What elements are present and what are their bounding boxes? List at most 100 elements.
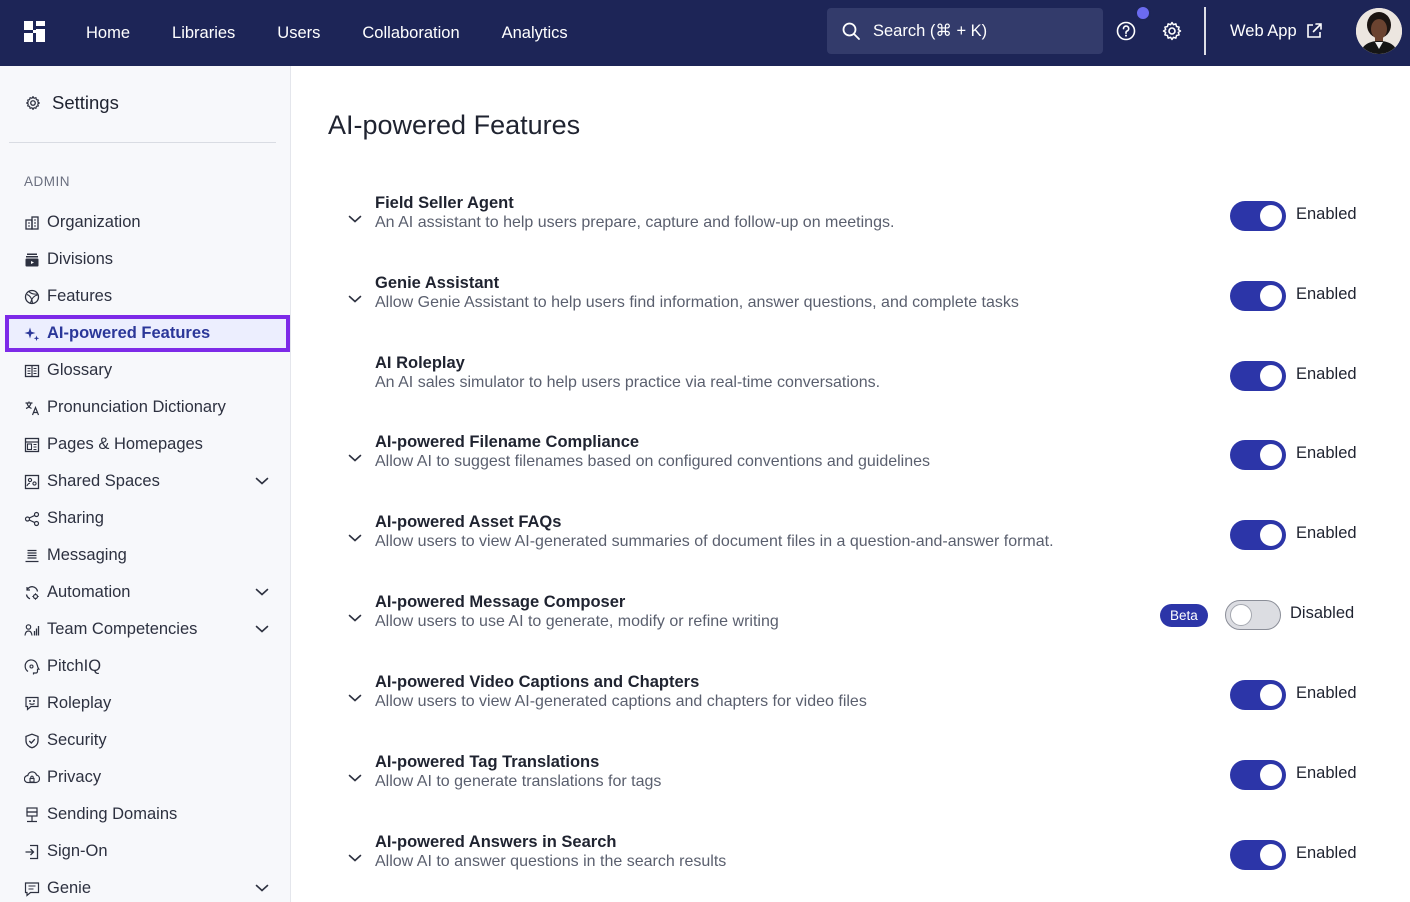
feature-status: Disabled: [1290, 604, 1355, 622]
gear-icon[interactable]: [1160, 19, 1184, 43]
chevron-down-icon[interactable]: [255, 883, 269, 893]
toggle-knob: [1260, 205, 1282, 227]
toggle-knob: [1260, 844, 1282, 866]
sidebar-item-label: Roleplay: [47, 694, 112, 712]
feature-status: Enabled: [1296, 444, 1357, 462]
sidebar-item-label: Divisions: [47, 250, 114, 268]
toggle-knob: [1260, 764, 1282, 786]
nav-collaboration[interactable]: Collaboration: [362, 24, 459, 43]
help-icon[interactable]: [1114, 19, 1138, 43]
sidebar-item-team-competencies[interactable]: Team Competencies: [0, 611, 290, 648]
feature-toggle[interactable]: [1230, 680, 1286, 710]
feature-description: An AI sales simulator to help users prac…: [375, 374, 881, 391]
sidebar-item-label: Organization: [47, 213, 141, 231]
avatar[interactable]: [1356, 8, 1402, 54]
feature-title: AI Roleplay: [375, 354, 465, 372]
sidebar-item-label: Security: [47, 731, 107, 749]
sidebar-item-roleplay[interactable]: Roleplay: [0, 685, 290, 722]
sidebar-item-label: Sharing: [47, 509, 104, 527]
sidebar-item-organization[interactable]: Organization: [0, 204, 290, 241]
feature-row-ai-roleplay: AI Roleplay An AI sales simulator to hel…: [292, 354, 1410, 414]
feature-toggle[interactable]: [1230, 201, 1286, 231]
chevron-down-icon[interactable]: [255, 624, 269, 634]
divisions-icon: [25, 253, 39, 266]
nav-users[interactable]: Users: [277, 24, 320, 43]
feature-toggle[interactable]: [1225, 600, 1281, 630]
logo-icon[interactable]: [24, 21, 45, 42]
sidebar-item-pages-homepages[interactable]: Pages & Homepages: [0, 426, 290, 463]
sidebar-item-privacy[interactable]: Privacy: [0, 759, 290, 796]
sidebar-item-divisions[interactable]: Divisions: [0, 241, 290, 278]
roleplay-icon: [25, 696, 39, 711]
sidebar-item-messaging[interactable]: Messaging: [0, 537, 290, 574]
chevron-down-icon[interactable]: [348, 853, 362, 863]
chevron-down-icon[interactable]: [348, 613, 362, 623]
sidebar-item-pitchiq[interactable]: PitchIQ: [0, 648, 290, 685]
feature-row-asset-faqs: AI-powered Asset FAQs Allow users to vie…: [292, 513, 1410, 573]
feature-row-video-captions: AI-powered Video Captions and Chapters A…: [292, 673, 1410, 733]
feature-status: Enabled: [1296, 684, 1357, 702]
sidebar-item-label: Team Competencies: [47, 620, 198, 638]
sidebar-item-sign-on[interactable]: Sign-On: [0, 833, 290, 870]
feature-toggle[interactable]: [1230, 281, 1286, 311]
nav-libraries[interactable]: Libraries: [172, 24, 235, 43]
notification-dot: [1135, 5, 1151, 21]
sidebar-item-sending-domains[interactable]: Sending Domains: [0, 796, 290, 833]
sign-on-icon: [25, 844, 39, 859]
toggle-knob: [1260, 444, 1282, 466]
feature-toggle[interactable]: [1230, 520, 1286, 550]
feature-row-field-seller-agent: Field Seller Agent An AI assistant to he…: [292, 194, 1410, 254]
pitchiq-icon: [24, 658, 40, 674]
feature-toggle[interactable]: [1230, 440, 1286, 470]
feature-title: AI-powered Message Composer: [375, 593, 626, 611]
chevron-down-icon[interactable]: [348, 294, 362, 304]
settings-title-text: Settings: [52, 92, 119, 113]
sidebar-item-sharing[interactable]: Sharing: [0, 500, 290, 537]
sidebar-item-label: Glossary: [47, 361, 113, 379]
settings-title: Settings: [24, 92, 119, 114]
sidebar-item-label: Messaging: [47, 546, 127, 564]
toggle-knob: [1260, 365, 1282, 387]
sidebar-item-label: PitchIQ: [47, 657, 102, 675]
feature-description: Allow users to use AI to generate, modif…: [375, 613, 779, 630]
feature-status: Enabled: [1296, 205, 1357, 223]
sidebar-item-label: AI-powered Features: [47, 324, 211, 342]
automation-icon: [25, 585, 39, 600]
chevron-down-icon[interactable]: [255, 587, 269, 597]
sidebar-item-label: Automation: [47, 583, 131, 601]
sidebar-item-glossary[interactable]: Glossary: [0, 352, 290, 389]
chevron-down-icon[interactable]: [348, 453, 362, 463]
sidebar-item-label: Pronunciation Dictionary: [47, 398, 226, 416]
feature-description: Allow users to view AI-generated caption…: [375, 693, 867, 710]
sidebar-item-label: Genie: [47, 879, 92, 897]
sidebar-item-ai-powered-features[interactable]: AI-powered Features: [5, 315, 290, 352]
sidebar-item-automation[interactable]: Automation: [0, 574, 290, 611]
toggle-knob: [1260, 684, 1282, 706]
sidebar-item-shared-spaces[interactable]: Shared Spaces: [0, 463, 290, 500]
sidebar-item-genie[interactable]: Genie: [0, 870, 290, 902]
feature-description: An AI assistant to help users prepare, c…: [375, 214, 895, 231]
search-input[interactable]: [873, 21, 1093, 41]
top-nav-bar: Home Libraries Users Collaboration Analy…: [0, 0, 1410, 66]
feature-row-filename-compliance: AI-powered Filename Compliance Allow AI …: [292, 433, 1410, 493]
web-app-link[interactable]: Web App: [1230, 0, 1323, 62]
feature-status: Enabled: [1296, 764, 1357, 782]
shared-spaces-icon: [24, 474, 40, 489]
chevron-down-icon[interactable]: [255, 476, 269, 486]
nav-home[interactable]: Home: [86, 24, 130, 43]
chevron-down-icon[interactable]: [348, 533, 362, 543]
glossary-icon: [24, 364, 40, 377]
search-box[interactable]: [827, 8, 1103, 54]
feature-toggle[interactable]: [1230, 361, 1286, 391]
feature-toggle[interactable]: [1230, 840, 1286, 870]
chevron-down-icon[interactable]: [348, 693, 362, 703]
features-icon: [24, 289, 40, 304]
chevron-down-icon[interactable]: [348, 214, 362, 224]
feature-toggle[interactable]: [1230, 760, 1286, 790]
chevron-down-icon[interactable]: [348, 773, 362, 783]
sidebar-item-security[interactable]: Security: [0, 722, 290, 759]
sidebar-item-features[interactable]: Features: [0, 278, 290, 315]
feature-row-answers-in-search: AI-powered Answers in Search Allow AI to…: [292, 833, 1410, 893]
nav-analytics[interactable]: Analytics: [502, 24, 568, 43]
sidebar-item-pronunciation-dictionary[interactable]: Pronunciation Dictionary: [0, 389, 290, 426]
